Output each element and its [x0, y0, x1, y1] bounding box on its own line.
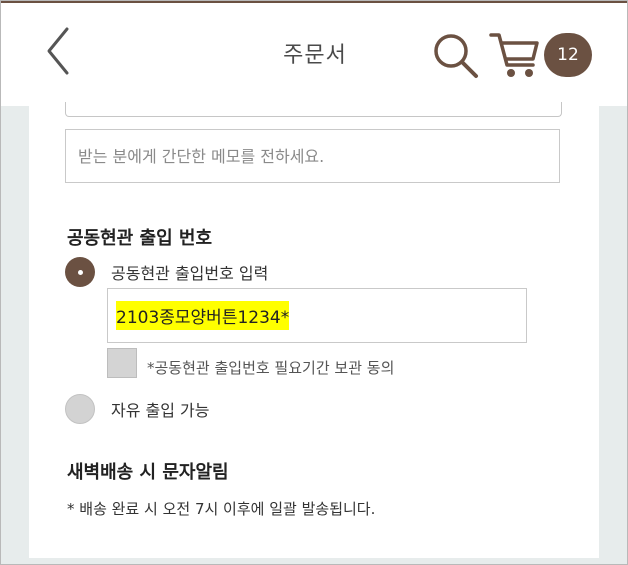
radio-option-entrance-code[interactable]: 공동현관 출입번호 입력 [65, 257, 268, 287]
cart-count-badge[interactable]: 12 [544, 33, 592, 77]
radio-label-entrance-code: 공동현관 출입번호 입력 [111, 264, 269, 283]
consent-checkbox[interactable] [107, 348, 137, 378]
radio-selected-icon[interactable] [65, 257, 95, 287]
search-icon [434, 34, 478, 78]
radio-unselected-icon[interactable] [65, 394, 95, 424]
cart-button[interactable] [489, 31, 545, 81]
entrance-section-title: 공동현관 출입 번호 [67, 228, 213, 249]
entrance-code-input[interactable]: 2103종모양버튼1234* [107, 288, 527, 343]
app-header: 주문서 12 [1, 1, 627, 106]
dawn-notice-section-title: 새벽배송 시 문자알림 [67, 462, 229, 483]
previous-field [65, 102, 562, 117]
consent-label: *공동현관 출입번호 필요기간 보관 동의 [147, 359, 395, 377]
search-button[interactable] [431, 31, 481, 81]
entrance-code-value: 2103종모양버튼1234* [116, 301, 290, 330]
radio-label-free-entry: 자유 출입 가능 [111, 401, 210, 420]
cart-icon [489, 33, 539, 77]
delivery-memo-input[interactable] [65, 129, 560, 183]
order-form-card: 공동현관 출입 번호 공동현관 출입번호 입력 2103종모양버튼1234* *… [29, 102, 599, 558]
dawn-notice-text: * 배송 완료 시 오전 7시 이후에 일괄 발송됩니다. [67, 500, 376, 518]
radio-option-free-entry[interactable]: 자유 출입 가능 [65, 394, 210, 424]
